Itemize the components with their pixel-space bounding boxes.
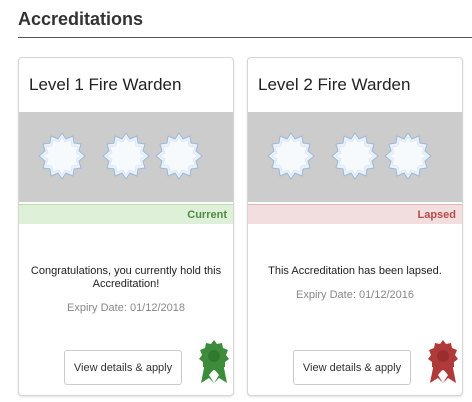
- card-banner: [248, 112, 462, 202]
- seal-icon: [38, 132, 86, 180]
- seal-icon: [102, 132, 150, 180]
- award-ribbon-icon: [428, 340, 458, 383]
- status-badge: Current: [19, 204, 233, 224]
- accreditation-card-level-1: Level 1 Fire Warden Current Congratulati…: [18, 57, 234, 396]
- status-badge: Lapsed: [248, 204, 462, 224]
- card-message: This Accreditation has been lapsed.: [268, 265, 442, 277]
- seal-icon: [267, 132, 315, 180]
- section-title: Accreditations: [18, 9, 144, 29]
- view-details-apply-button[interactable]: View details & apply: [293, 350, 411, 385]
- card-title: Level 1 Fire Warden: [29, 75, 182, 94]
- accreditation-card-level-2: Level 2 Fire Warden Lapsed This Accredit…: [247, 57, 463, 396]
- seal-icon: [331, 132, 379, 180]
- view-details-apply-button[interactable]: View details & apply: [64, 350, 182, 385]
- seal-icon: [155, 132, 203, 180]
- seal-icon: [384, 132, 432, 180]
- award-ribbon-icon: [199, 340, 229, 383]
- card-banner: [19, 112, 233, 202]
- card-title: Level 2 Fire Warden: [258, 75, 411, 94]
- expiry-date: Expiry Date: 01/12/2018: [66, 302, 186, 314]
- card-message: Congratulations, you currently hold this…: [30, 265, 222, 290]
- expiry-date: Expiry Date: 01/12/2016: [295, 289, 415, 301]
- section-divider: [18, 37, 472, 38]
